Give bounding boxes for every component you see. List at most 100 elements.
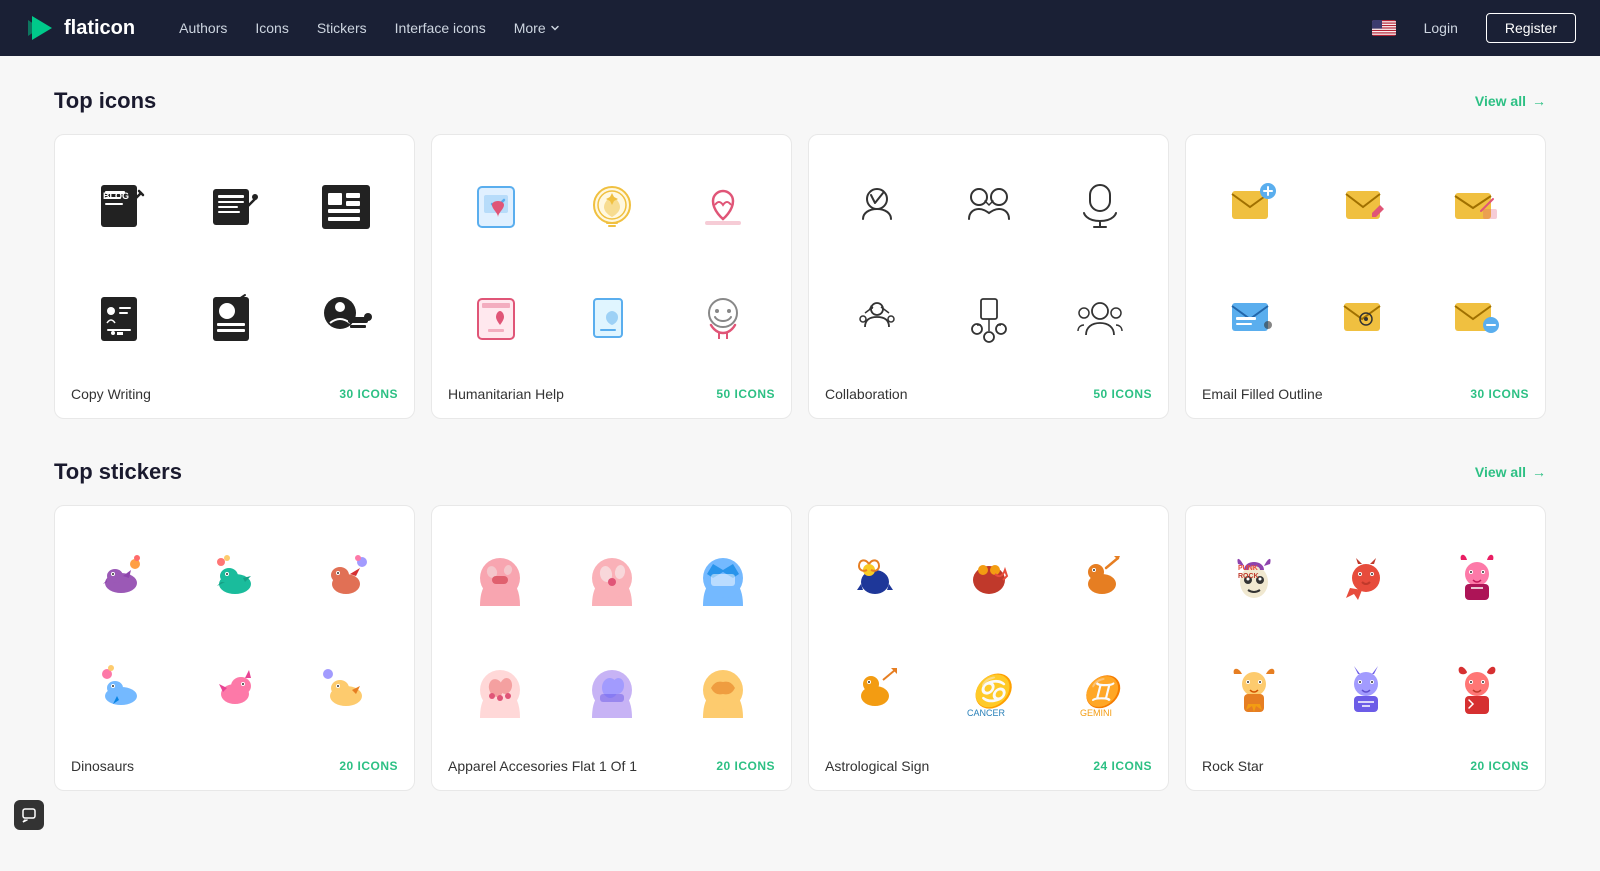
logo[interactable]: flaticon xyxy=(24,12,135,44)
icon-cell xyxy=(183,526,287,630)
pack-footer: Rock Star 20 ICONS xyxy=(1202,758,1529,774)
icon-cell xyxy=(825,526,929,630)
pack-name: Email Filled Outline xyxy=(1202,386,1323,402)
pack-footer: Humanitarian Help 50 ICONS xyxy=(448,386,775,402)
nav-stickers[interactable]: Stickers xyxy=(305,12,379,44)
svg-text:CANCER: CANCER xyxy=(967,708,1006,718)
icon-cell xyxy=(937,155,1041,259)
icon-cell xyxy=(448,155,552,259)
icon-cell xyxy=(671,155,775,259)
top-stickers-title: Top stickers xyxy=(54,459,182,485)
pack-count: 20 ICONS xyxy=(1470,759,1529,773)
pack-rock-star[interactable]: PUNK ROCK xyxy=(1185,505,1546,790)
icon-cell xyxy=(937,526,1041,630)
icon-cell xyxy=(1314,155,1418,259)
nav-links: Authors Icons Stickers Interface icons M… xyxy=(167,12,1371,44)
pack-icons xyxy=(448,155,775,370)
pack-humanitarian-help[interactable]: Humanitarian Help 50 ICONS xyxy=(431,134,792,419)
pack-collaboration[interactable]: Collaboration 50 ICONS xyxy=(808,134,1169,419)
icon-cell xyxy=(1425,638,1529,742)
top-icons-view-all[interactable]: View all → xyxy=(1475,93,1546,109)
pack-footer: Dinosaurs 20 ICONS xyxy=(71,758,398,774)
icon-cell xyxy=(183,638,287,742)
pack-icons xyxy=(71,526,398,741)
icon-cell xyxy=(560,526,664,630)
icon-cell xyxy=(1048,267,1152,371)
svg-text:BLOG: BLOG xyxy=(103,191,129,201)
pack-icons xyxy=(448,526,775,741)
main-content: Top icons View all → BLOG xyxy=(30,56,1570,871)
icon-cell xyxy=(671,267,775,371)
pack-icons xyxy=(1202,155,1529,370)
pack-footer: Apparel Accesories Flat 1 Of 1 20 ICONS xyxy=(448,758,775,774)
pack-footer: Copy Writing 30 ICONS xyxy=(71,386,398,402)
pack-name: Astrological Sign xyxy=(825,758,929,774)
pack-name: Collaboration xyxy=(825,386,908,402)
icon-cell xyxy=(1314,638,1418,742)
nav-interface-icons[interactable]: Interface icons xyxy=(383,12,498,44)
pack-count: 20 ICONS xyxy=(716,759,775,773)
icon-cell: ♋ CANCER xyxy=(937,638,1041,742)
icon-cell xyxy=(1425,267,1529,371)
icon-cell xyxy=(1202,155,1306,259)
icon-cell xyxy=(560,155,664,259)
icon-cell xyxy=(183,155,287,259)
icon-cell xyxy=(71,638,175,742)
icon-cell xyxy=(1048,155,1152,259)
icon-cell xyxy=(294,155,398,259)
svg-text:ROCK: ROCK xyxy=(1238,573,1259,580)
pack-name: Rock Star xyxy=(1202,758,1263,774)
top-icons-grid: BLOG xyxy=(54,134,1546,419)
icon-cell xyxy=(1202,638,1306,742)
pack-count: 30 ICONS xyxy=(1470,387,1529,401)
icon-cell xyxy=(825,155,929,259)
pack-footer: Astrological Sign 24 ICONS xyxy=(825,758,1152,774)
pack-footer: Collaboration 50 ICONS xyxy=(825,386,1152,402)
icon-cell xyxy=(1314,526,1418,630)
icon-cell xyxy=(448,267,552,371)
icon-cell xyxy=(671,638,775,742)
icon-cell xyxy=(560,267,664,371)
top-stickers-view-all[interactable]: View all → xyxy=(1475,464,1546,480)
pack-count: 50 ICONS xyxy=(1093,387,1152,401)
pack-apparel[interactable]: Apparel Accesories Flat 1 Of 1 20 ICONS xyxy=(431,505,792,790)
top-icons-title: Top icons xyxy=(54,88,156,114)
top-icons-header: Top icons View all → xyxy=(54,88,1546,114)
icon-cell: BLOG xyxy=(71,155,175,259)
svg-text:GEMINI: GEMINI xyxy=(1080,708,1112,718)
icon-cell xyxy=(1314,267,1418,371)
icon-cell xyxy=(294,638,398,742)
icon-cell xyxy=(448,526,552,630)
icon-cell xyxy=(671,526,775,630)
icon-cell xyxy=(1048,526,1152,630)
chat-widget[interactable] xyxy=(14,800,44,830)
pack-astrological[interactable]: ♋ CANCER ♊ GEMINI Astrological Sign 24 I… xyxy=(808,505,1169,790)
icon-cell xyxy=(1425,155,1529,259)
pack-email-filled-outline[interactable]: Email Filled Outline 30 ICONS xyxy=(1185,134,1546,419)
icon-cell xyxy=(825,638,929,742)
icon-cell xyxy=(937,267,1041,371)
icon-cell xyxy=(448,638,552,742)
svg-text:♋: ♋ xyxy=(971,673,1017,709)
icon-cell xyxy=(1202,267,1306,371)
pack-name: Humanitarian Help xyxy=(448,386,564,402)
icon-cell: ♊ GEMINI xyxy=(1048,638,1152,742)
language-flag[interactable] xyxy=(1372,20,1396,36)
register-button[interactable]: Register xyxy=(1486,13,1576,43)
pack-icons: PUNK ROCK xyxy=(1202,526,1529,741)
nav-icons[interactable]: Icons xyxy=(243,12,300,44)
logo-text: flaticon xyxy=(64,17,135,40)
navbar: flaticon Authors Icons Stickers Interfac… xyxy=(0,0,1600,56)
icon-cell xyxy=(71,526,175,630)
svg-text:♊: ♊ xyxy=(1082,674,1125,709)
icon-cell xyxy=(294,526,398,630)
nav-authors[interactable]: Authors xyxy=(167,12,239,44)
pack-dinosaurs[interactable]: Dinosaurs 20 ICONS xyxy=(54,505,415,790)
pack-name: Copy Writing xyxy=(71,386,151,402)
nav-more[interactable]: More xyxy=(502,12,572,44)
icon-cell xyxy=(825,267,929,371)
pack-count: 30 ICONS xyxy=(339,387,398,401)
login-button[interactable]: Login xyxy=(1408,14,1474,42)
pack-copy-writing[interactable]: BLOG xyxy=(54,134,415,419)
svg-text:PUNK: PUNK xyxy=(1238,565,1258,572)
